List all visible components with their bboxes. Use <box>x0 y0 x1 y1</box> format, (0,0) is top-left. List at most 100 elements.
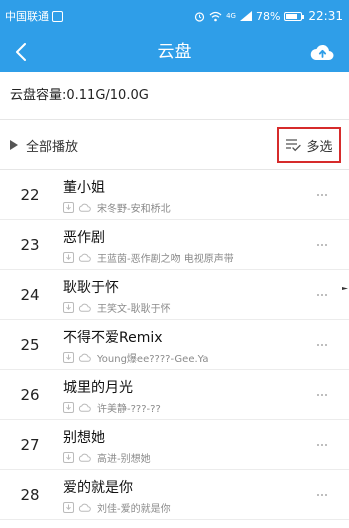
app-header: 云盘 <box>0 32 349 72</box>
more-dot <box>325 344 327 346</box>
more-dot <box>321 194 323 196</box>
battery-percent: 78% <box>255 9 281 23</box>
song-number: 24 <box>20 286 40 304</box>
song-row[interactable]: 25 不得不爱Remix Young爆ee????-Gee.Ya <box>0 320 349 370</box>
more-dot <box>325 444 327 446</box>
signal-icon <box>239 11 252 21</box>
song-more-button[interactable] <box>307 370 337 420</box>
status-bar: 中国联通 4G 78% 22:31 <box>0 0 349 32</box>
song-row[interactable]: 27 别想她 高进-别想她 <box>0 420 349 470</box>
song-artist: 王蓝茵-恶作剧之吻 电视原声带 <box>97 254 234 265</box>
more-dot <box>321 244 323 246</box>
song-number: 26 <box>20 386 40 404</box>
cloud-icon <box>78 453 91 462</box>
play-all-button[interactable]: 全部播放 <box>10 120 78 170</box>
download-icon <box>63 402 74 413</box>
download-icon <box>63 502 74 513</box>
song-title: 恶作剧 <box>63 230 105 246</box>
more-dot <box>325 244 327 246</box>
network-type: 4G <box>226 12 236 20</box>
status-time: 22:31 <box>308 9 343 23</box>
song-row[interactable]: 23 恶作剧王蓝茵-恶作剧之吻 电视原声带 <box>0 220 349 270</box>
download-icon <box>63 302 74 313</box>
more-dot <box>317 244 319 246</box>
song-row[interactable]: 26 城里的月光许美静-???-?? <box>0 370 349 420</box>
song-meta: 王笑文-耿耿于怀 <box>63 300 171 315</box>
status-bar-right: 4G 78% 22:31 <box>194 9 343 23</box>
more-dot <box>321 494 323 496</box>
song-title: 城里的月光 <box>63 380 133 396</box>
more-dot <box>325 294 327 296</box>
song-number: 27 <box>20 436 40 454</box>
action-bar: 全部播放 多选 <box>0 120 349 170</box>
download-icon <box>63 202 74 213</box>
more-dot <box>321 344 323 346</box>
song-number: 22 <box>20 186 40 204</box>
song-artist: 宋冬野-安和桥北 <box>97 204 171 215</box>
more-dot <box>317 494 319 496</box>
more-dot <box>317 294 319 296</box>
download-icon <box>63 352 74 363</box>
song-number: 28 <box>20 486 40 504</box>
upload-button[interactable] <box>305 36 339 68</box>
song-number: 23 <box>20 236 40 254</box>
carrier-badge-icon <box>52 10 63 22</box>
wifi-icon <box>209 11 222 22</box>
more-dot <box>321 444 323 446</box>
song-artist: 刘佳-爱的就是你 <box>97 504 171 515</box>
back-button[interactable] <box>6 36 36 68</box>
song-title: 董小姐 <box>63 180 105 196</box>
more-dot <box>321 394 323 396</box>
cloud-icon <box>78 403 91 412</box>
more-dot <box>317 394 319 396</box>
more-dot <box>317 194 319 196</box>
song-row[interactable]: 22 董小姐宋冬野-安和桥北 <box>0 170 349 220</box>
song-artist: 高进-别想她 <box>97 454 151 465</box>
more-dot <box>317 444 319 446</box>
song-meta: 刘佳-爱的就是你 <box>63 500 171 515</box>
song-meta: 王蓝茵-恶作剧之吻 电视原声带 <box>63 250 234 265</box>
cloud-icon <box>78 203 91 212</box>
song-more-button[interactable] <box>307 270 337 320</box>
battery-icon <box>284 11 305 21</box>
song-list: 22 董小姐 宋冬野-安和桥北 23 恶作剧 王蓝茵-恶作剧之吻 电视原声带 24 耿耿于怀王… <box>0 170 349 520</box>
song-more-button[interactable] <box>307 170 337 220</box>
song-row[interactable]: 24 耿耿于怀王笑文-耿耿于怀 <box>0 270 349 320</box>
multi-select-button[interactable]: 多选 <box>277 127 341 163</box>
more-dot <box>325 494 327 496</box>
song-more-button[interactable] <box>307 320 337 370</box>
song-more-button[interactable] <box>307 220 337 270</box>
download-icon <box>63 252 74 263</box>
play-icon <box>10 140 18 150</box>
song-more-button[interactable] <box>307 420 337 470</box>
cloud-icon <box>78 353 91 362</box>
more-dot <box>325 194 327 196</box>
more-dot <box>325 394 327 396</box>
song-title: 不得不爱Remix <box>63 330 163 346</box>
song-row[interactable]: 28 爱的就是你 刘佳-爱的就是你 <box>0 470 349 520</box>
cloud-icon <box>78 503 91 512</box>
multi-select-label: 多选 <box>306 139 333 155</box>
cloud-upload-icon <box>310 44 334 60</box>
more-dot <box>321 294 323 296</box>
song-number: 25 <box>20 336 40 354</box>
song-title: 耿耿于怀 <box>63 280 119 296</box>
song-more-button[interactable] <box>307 470 337 520</box>
song-meta: Young爆ee????-Gee.Ya <box>63 350 209 365</box>
alarm-icon <box>194 11 205 22</box>
play-all-label: 全部播放 <box>26 139 79 155</box>
carrier-name: 中国联通 <box>5 10 49 23</box>
song-meta: 许美静-???-?? <box>63 400 161 415</box>
song-artist: Young爆ee????-Gee.Ya <box>97 354 209 365</box>
song-meta: 高进-别想她 <box>63 450 151 465</box>
battery-level <box>286 13 298 19</box>
scroll-indicator-icon <box>342 287 348 290</box>
page-title: 云盘 <box>157 42 192 62</box>
more-dot <box>317 344 319 346</box>
song-artist: 许美静-???-?? <box>97 404 161 415</box>
status-bar-left: 中国联通 <box>5 8 63 24</box>
cloud-icon <box>78 303 91 312</box>
multi-select-icon <box>286 139 302 152</box>
song-artist: 王笑文-耿耿于怀 <box>97 304 171 315</box>
cloud-icon <box>78 253 91 262</box>
